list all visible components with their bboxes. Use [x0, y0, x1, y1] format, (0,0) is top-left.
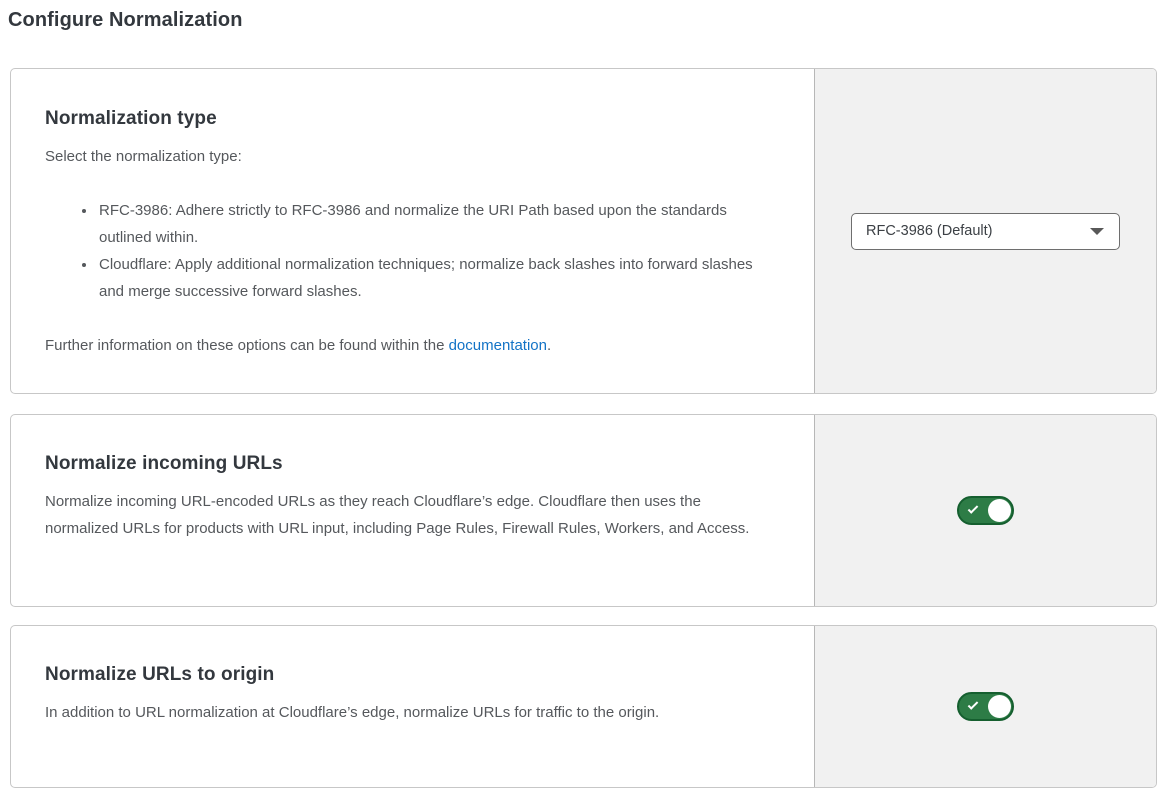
toggle-knob	[988, 695, 1011, 718]
normalize-urls-to-origin-title: Normalize URLs to origin	[45, 664, 774, 686]
normalize-incoming-urls-title: Normalize incoming URLs	[45, 453, 774, 475]
normalization-type-intro: Select the normalization type:	[45, 143, 774, 170]
normalization-options-list: RFC-3986: Adhere strictly to RFC-3986 an…	[45, 197, 774, 305]
checkmark-icon	[968, 503, 979, 514]
normalize-incoming-urls-content: Normalize incoming URLs Normalize incomi…	[11, 415, 814, 606]
configure-normalization-page: Configure Normalization Normalization ty…	[0, 0, 1167, 788]
toggle-knob	[988, 499, 1011, 522]
normalization-type-title: Normalization type	[45, 108, 774, 130]
normalize-urls-to-origin-description: In addition to URL normalization at Clou…	[45, 699, 774, 726]
normalize-incoming-urls-control-panel	[814, 415, 1156, 606]
checkmark-icon	[968, 699, 979, 710]
list-item-rfc-3986: RFC-3986: Adhere strictly to RFC-3986 an…	[97, 197, 774, 251]
normalize-incoming-urls-card: Normalize incoming URLs Normalize incomi…	[10, 414, 1157, 607]
normalization-type-selected-value: RFC-3986 (Default)	[866, 223, 993, 239]
further-information-suffix: .	[547, 337, 551, 354]
normalization-type-card: Normalization type Select the normalizat…	[10, 68, 1157, 394]
normalization-type-select[interactable]: RFC-3986 (Default)	[851, 213, 1120, 250]
further-information-prefix: Further information on these options can…	[45, 337, 449, 354]
normalization-type-content: Normalization type Select the normalizat…	[11, 69, 814, 393]
further-information-note: Further information on these options can…	[45, 332, 774, 359]
normalize-incoming-urls-toggle[interactable]	[957, 496, 1014, 525]
normalize-urls-to-origin-card: Normalize URLs to origin In addition to …	[10, 625, 1157, 788]
normalization-type-control-panel: RFC-3986 (Default)	[814, 69, 1156, 393]
list-item-cloudflare: Cloudflare: Apply additional normalizati…	[97, 251, 774, 305]
normalize-incoming-urls-description: Normalize incoming URL-encoded URLs as t…	[45, 488, 774, 542]
normalize-urls-to-origin-toggle[interactable]	[957, 692, 1014, 721]
caret-down-icon	[1090, 228, 1104, 235]
normalize-urls-to-origin-control-panel	[814, 626, 1156, 787]
documentation-link[interactable]: documentation	[449, 337, 547, 354]
normalize-urls-to-origin-content: Normalize URLs to origin In addition to …	[11, 626, 814, 787]
page-title: Configure Normalization	[8, 9, 1157, 32]
